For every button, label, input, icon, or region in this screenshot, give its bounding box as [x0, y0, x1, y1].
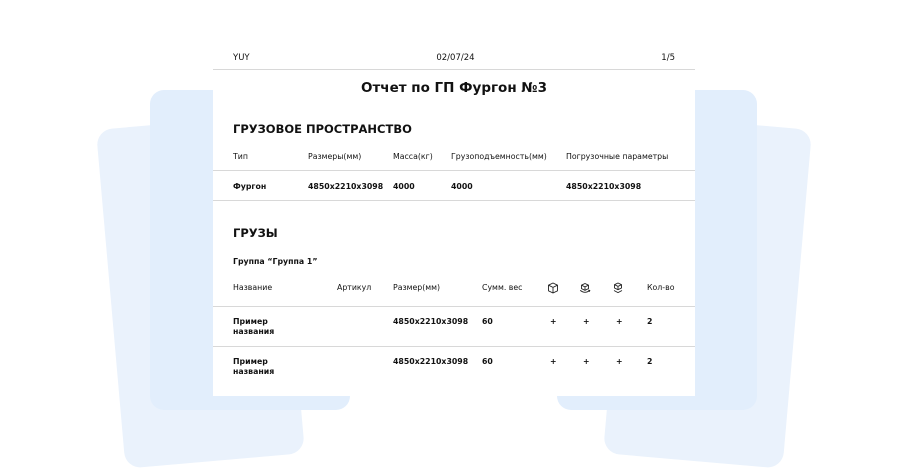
cell-flag-1: + [550, 357, 557, 366]
cell-dimensions: 4850x2210x3098 [308, 182, 384, 191]
header-left-text: YUY [233, 53, 250, 63]
cell-flag-2: + [583, 357, 590, 366]
cell-size: 4850x2210x3098 [393, 357, 469, 366]
page-number: 1/5 [661, 53, 675, 63]
name-line-1: Пример [233, 357, 268, 366]
name-line-2: названия [233, 327, 275, 336]
header-date: 02/07/24 [436, 53, 475, 63]
col-weight: Сумм. вес [482, 283, 523, 292]
cell-type: Фургон [233, 182, 267, 191]
header-divider [213, 69, 695, 70]
box-icon [548, 282, 558, 294]
cell-weight: 60 [482, 357, 493, 366]
cell-mass: 4000 [393, 182, 415, 191]
name-line-2: названия [233, 367, 275, 376]
cargo-section-title: ГРУЗЫ [233, 226, 278, 240]
cargo-space-section-title: ГРУЗОВОЕ ПРОСТРАНСТВО [233, 122, 412, 136]
box-rotate-icon [579, 283, 591, 293]
group-title: Группа “Группа 1” [233, 257, 318, 266]
col-size: Размер(мм) [393, 283, 441, 292]
cell-name: Пример названия [233, 317, 274, 337]
cell-quantity: 2 [647, 357, 653, 366]
box-stack-icon [613, 282, 623, 294]
col-dimensions: Размеры(мм) [308, 152, 362, 161]
cell-name: Пример названия [233, 357, 274, 377]
page-header: YUY 02/07/24 1/5 [233, 48, 675, 68]
cell-quantity: 2 [647, 317, 653, 326]
col-article: Артикул [337, 283, 372, 292]
report-title: Отчет по ГП Фургон №3 [361, 80, 547, 96]
cell-size: 4850x2210x3098 [393, 317, 469, 326]
col-capacity: Грузоподъемность(мм) [451, 152, 547, 161]
table-divider [213, 346, 695, 347]
cell-loading-params: 4850x2210x3098 [566, 182, 642, 191]
cell-flag-3: + [616, 357, 623, 366]
table-divider [213, 200, 695, 201]
col-mass: Масса(кг) [393, 152, 433, 161]
name-line-1: Пример [233, 317, 268, 326]
col-type: Тип [233, 152, 248, 161]
table-divider [213, 306, 695, 307]
report-page: YUY 02/07/24 1/5 Отчет по ГП Фургон №3 Г… [213, 36, 695, 396]
col-name: Название [233, 283, 273, 292]
cell-weight: 60 [482, 317, 493, 326]
cell-flag-2: + [583, 317, 590, 326]
cell-capacity: 4000 [451, 182, 473, 191]
col-loading-params: Погрузочные параметры [566, 152, 669, 161]
table-divider [213, 170, 695, 171]
cell-flag-1: + [550, 317, 557, 326]
col-quantity: Кол-во [647, 283, 675, 292]
cell-flag-3: + [616, 317, 623, 326]
